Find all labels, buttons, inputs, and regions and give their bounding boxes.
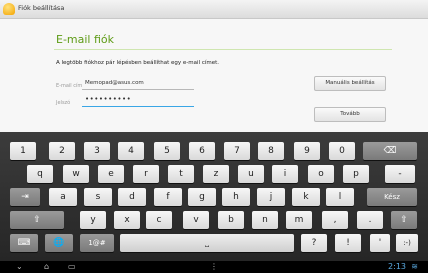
key-3[interactable]: 3 <box>84 142 110 160</box>
key-period[interactable]: . <box>357 211 383 229</box>
title-bar: Fiók beállítása <box>0 0 428 19</box>
language-key[interactable]: 🌐 <box>45 234 73 252</box>
recent-apps-icon[interactable]: ▭ <box>68 261 76 273</box>
key-6[interactable]: 6 <box>189 142 215 160</box>
key-7[interactable]: 7 <box>224 142 250 160</box>
email-app-icon <box>3 3 15 15</box>
key-x[interactable]: x <box>114 211 140 229</box>
keyboard-settings-key[interactable]: ⌨ <box>10 234 38 252</box>
form-heading: E-mail fiók <box>56 33 115 46</box>
next-button[interactable]: Tovább <box>314 107 386 122</box>
email-field[interactable]: Memopad@asus.com <box>82 77 194 90</box>
key-h[interactable]: h <box>222 188 250 206</box>
key-i[interactable]: i <box>272 165 298 183</box>
key-5[interactable]: 5 <box>154 142 180 160</box>
key-exclamation[interactable]: ! <box>335 234 361 252</box>
password-label: Jelszó <box>56 100 71 106</box>
key-2[interactable]: 2 <box>49 142 75 160</box>
key-n[interactable]: n <box>252 211 278 229</box>
menu-icon[interactable]: ⋮ <box>210 261 218 273</box>
key-9[interactable]: 9 <box>294 142 320 160</box>
backspace-key[interactable]: ⌫ <box>363 142 417 160</box>
key-g[interactable]: g <box>188 188 216 206</box>
keyboard-icon: ⌨ <box>17 238 31 248</box>
shift-icon: ⇧ <box>33 215 41 225</box>
email-label: E-mail cím <box>56 83 83 89</box>
shift-icon: ⇧ <box>400 215 408 225</box>
key-b[interactable]: b <box>218 211 244 229</box>
symbols-key[interactable]: 1@# <box>80 234 114 252</box>
key-s[interactable]: s <box>84 188 112 206</box>
window-title: Fiók beállítása <box>18 4 65 12</box>
on-screen-keyboard: 1 2 3 4 5 6 7 8 9 0 ⌫ q w e r t z u i o … <box>0 132 428 261</box>
key-c[interactable]: c <box>146 211 172 229</box>
form-panel: E-mail fiók A legtöbb fiókhoz pár lépésb… <box>0 19 428 132</box>
key-a[interactable]: a <box>49 188 77 206</box>
clock: 2:13 <box>388 262 406 271</box>
wifi-icon: ≋ <box>411 262 418 271</box>
key-v[interactable]: v <box>183 211 209 229</box>
key-j[interactable]: j <box>257 188 285 206</box>
email-value: Memopad@asus.com <box>85 80 144 86</box>
key-hyphen[interactable]: - <box>385 165 415 183</box>
globe-icon: 🌐 <box>53 238 65 248</box>
tab-key[interactable]: ⇥ <box>10 188 40 206</box>
home-icon[interactable]: ⌂ <box>44 261 49 273</box>
heading-divider <box>54 49 392 50</box>
intro-text: A legtöbb fiókhoz pár lépésben beállítha… <box>56 60 220 66</box>
key-comma[interactable]: , <box>322 211 348 229</box>
key-e[interactable]: e <box>98 165 124 183</box>
key-1[interactable]: 1 <box>10 142 36 160</box>
shift-key-right[interactable]: ⇧ <box>391 211 417 229</box>
key-u[interactable]: u <box>238 165 264 183</box>
back-icon[interactable]: ⌄ <box>16 261 23 273</box>
manual-setup-button[interactable]: Manuális beállítás <box>314 76 386 91</box>
backspace-icon: ⌫ <box>383 146 397 156</box>
key-f[interactable]: f <box>154 188 182 206</box>
key-d[interactable]: d <box>118 188 146 206</box>
key-k[interactable]: k <box>292 188 320 206</box>
key-4[interactable]: 4 <box>118 142 144 160</box>
password-field[interactable]: •••••••••• <box>82 94 194 107</box>
key-l[interactable]: l <box>326 188 354 206</box>
password-value: •••••••••• <box>85 95 132 103</box>
key-question[interactable]: ? <box>301 234 327 252</box>
space-key[interactable]: ⎵ <box>120 234 294 252</box>
done-key[interactable]: Kész <box>367 188 417 206</box>
key-o[interactable]: o <box>308 165 334 183</box>
key-p[interactable]: p <box>343 165 369 183</box>
key-r[interactable]: r <box>133 165 159 183</box>
key-m[interactable]: m <box>286 211 312 229</box>
system-bar: ⌄ ⌂ ▭ ⋮ 2:13 ≋ <box>0 261 428 273</box>
key-w[interactable]: w <box>63 165 89 183</box>
space-icon: ⎵ <box>205 238 209 248</box>
key-q[interactable]: q <box>27 165 53 183</box>
tab-icon: ⇥ <box>21 192 29 202</box>
key-smiley[interactable]: :-) <box>396 234 418 252</box>
key-z[interactable]: z <box>203 165 229 183</box>
key-y[interactable]: y <box>80 211 106 229</box>
key-apostrophe[interactable]: ' <box>370 234 390 252</box>
key-t[interactable]: t <box>168 165 194 183</box>
key-8[interactable]: 8 <box>258 142 284 160</box>
shift-key-left[interactable]: ⇧ <box>10 211 64 229</box>
key-0[interactable]: 0 <box>329 142 355 160</box>
